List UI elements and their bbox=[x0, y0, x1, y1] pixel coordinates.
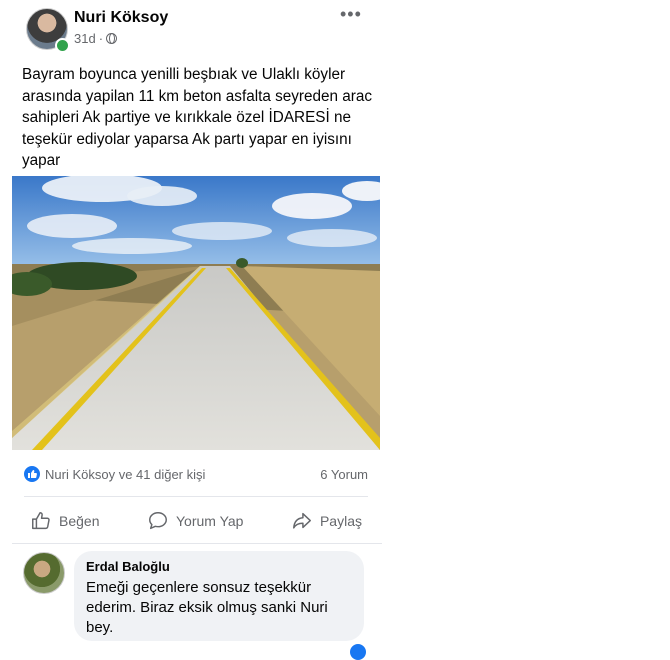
comment-author[interactable]: Erdal Baloğlu bbox=[86, 559, 352, 574]
post-author-name[interactable]: Nuri Köksoy bbox=[74, 9, 168, 27]
divider bbox=[12, 543, 382, 544]
road-landscape-image bbox=[12, 176, 380, 450]
meta-separator: · bbox=[98, 31, 104, 46]
comment-bubble: Erdal Baloğlu Emeği geçenlere sonsuz teş… bbox=[74, 551, 364, 641]
like-button[interactable]: Beğen bbox=[24, 506, 105, 536]
share-icon bbox=[292, 512, 311, 529]
more-options-icon[interactable]: ••• bbox=[340, 4, 362, 25]
comment-reaction-icon bbox=[350, 644, 366, 660]
post-photo[interactable] bbox=[12, 176, 380, 450]
post-meta: 31d · bbox=[74, 31, 118, 46]
post-actions-bar: Beğen Yorum Yap Paylaş bbox=[24, 505, 368, 537]
thumbs-up-icon bbox=[32, 512, 50, 530]
comment-count[interactable]: 6 Yorum bbox=[320, 467, 368, 482]
post-time[interactable]: 31d bbox=[74, 31, 96, 46]
divider bbox=[24, 496, 368, 497]
commenter-avatar[interactable] bbox=[23, 552, 65, 594]
post-text: Bayram boyunca yenilli beşbıak ve Ulaklı… bbox=[22, 66, 377, 169]
like-reaction-icon bbox=[24, 466, 40, 482]
post-card: Nuri Köksoy 31d · ••• Bayram boyunca yen… bbox=[12, 0, 382, 660]
share-button[interactable]: Paylaş bbox=[285, 506, 368, 536]
comment-button[interactable]: Yorum Yap bbox=[141, 506, 249, 536]
comment-icon bbox=[149, 512, 167, 530]
reactions-summary[interactable]: Nuri Köksoy ve 41 diğer kişi bbox=[24, 466, 205, 482]
online-status-indicator bbox=[55, 38, 70, 53]
globe-icon bbox=[106, 33, 118, 44]
comment-label: Yorum Yap bbox=[175, 513, 244, 529]
comment-text: Emeği geçenlere sonsuz teşekkür ederim. … bbox=[86, 579, 328, 636]
reactions-text: Nuri Köksoy ve 41 diğer kişi bbox=[45, 466, 206, 482]
like-label: Beğen bbox=[59, 513, 100, 529]
share-label: Paylaş bbox=[319, 513, 362, 529]
